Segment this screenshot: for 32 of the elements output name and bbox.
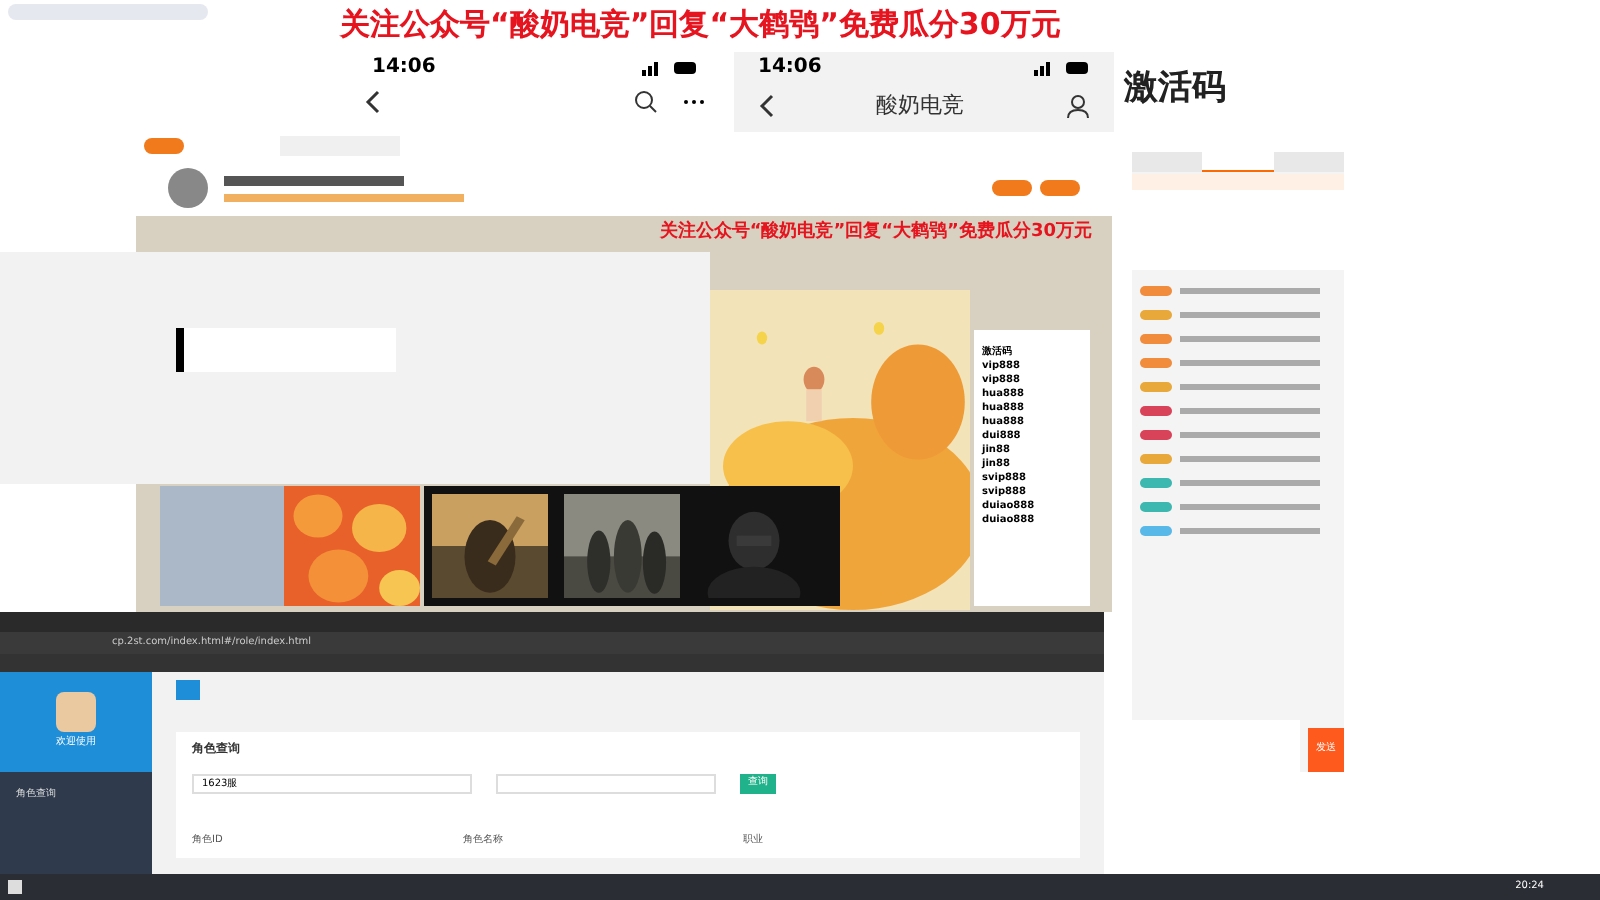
- chat-tab[interactable]: [1202, 152, 1274, 172]
- avatar: [168, 168, 208, 208]
- status-time: 14:06: [758, 54, 822, 82]
- chat-message: [1180, 408, 1320, 414]
- user-icon[interactable]: [1066, 94, 1090, 119]
- chat-message: [1180, 312, 1320, 318]
- stream-overlay-text: 关注公众号“酸奶电竞”回复“大鹤鸮”免费瓜分30万元: [659, 220, 1092, 246]
- status-time: 14:06: [372, 54, 436, 82]
- follow-button[interactable]: [992, 180, 1032, 196]
- chat-message: [1180, 480, 1320, 486]
- fan-button[interactable]: [1040, 180, 1080, 196]
- chat-message: [1180, 384, 1320, 390]
- desktop-thumbnail: [160, 486, 284, 606]
- search-icon[interactable]: [634, 90, 658, 114]
- avatar: [56, 692, 96, 733]
- account-title: 酸奶电竞: [876, 90, 964, 122]
- chat-message: [1180, 360, 1320, 366]
- search-field[interactable]: [496, 774, 716, 794]
- note-text: 激活码: [1124, 66, 1226, 112]
- signal-icon: [1034, 59, 1090, 75]
- app-logo: [144, 138, 184, 154]
- chat-message: [1180, 456, 1320, 462]
- chat-message: [1180, 432, 1320, 438]
- signal-icon: [642, 59, 698, 75]
- promo-title: 关注公众号“酸奶电竞”回复“大鹤鸮”免费瓜分30万元: [340, 6, 1061, 42]
- back-icon[interactable]: [364, 90, 380, 114]
- chat-message: [1180, 288, 1320, 294]
- chat-message: [1180, 504, 1320, 510]
- back-icon[interactable]: [758, 94, 774, 119]
- chat-message: [1180, 336, 1320, 342]
- chat-message: [1180, 528, 1320, 534]
- start-icon[interactable]: [8, 880, 22, 894]
